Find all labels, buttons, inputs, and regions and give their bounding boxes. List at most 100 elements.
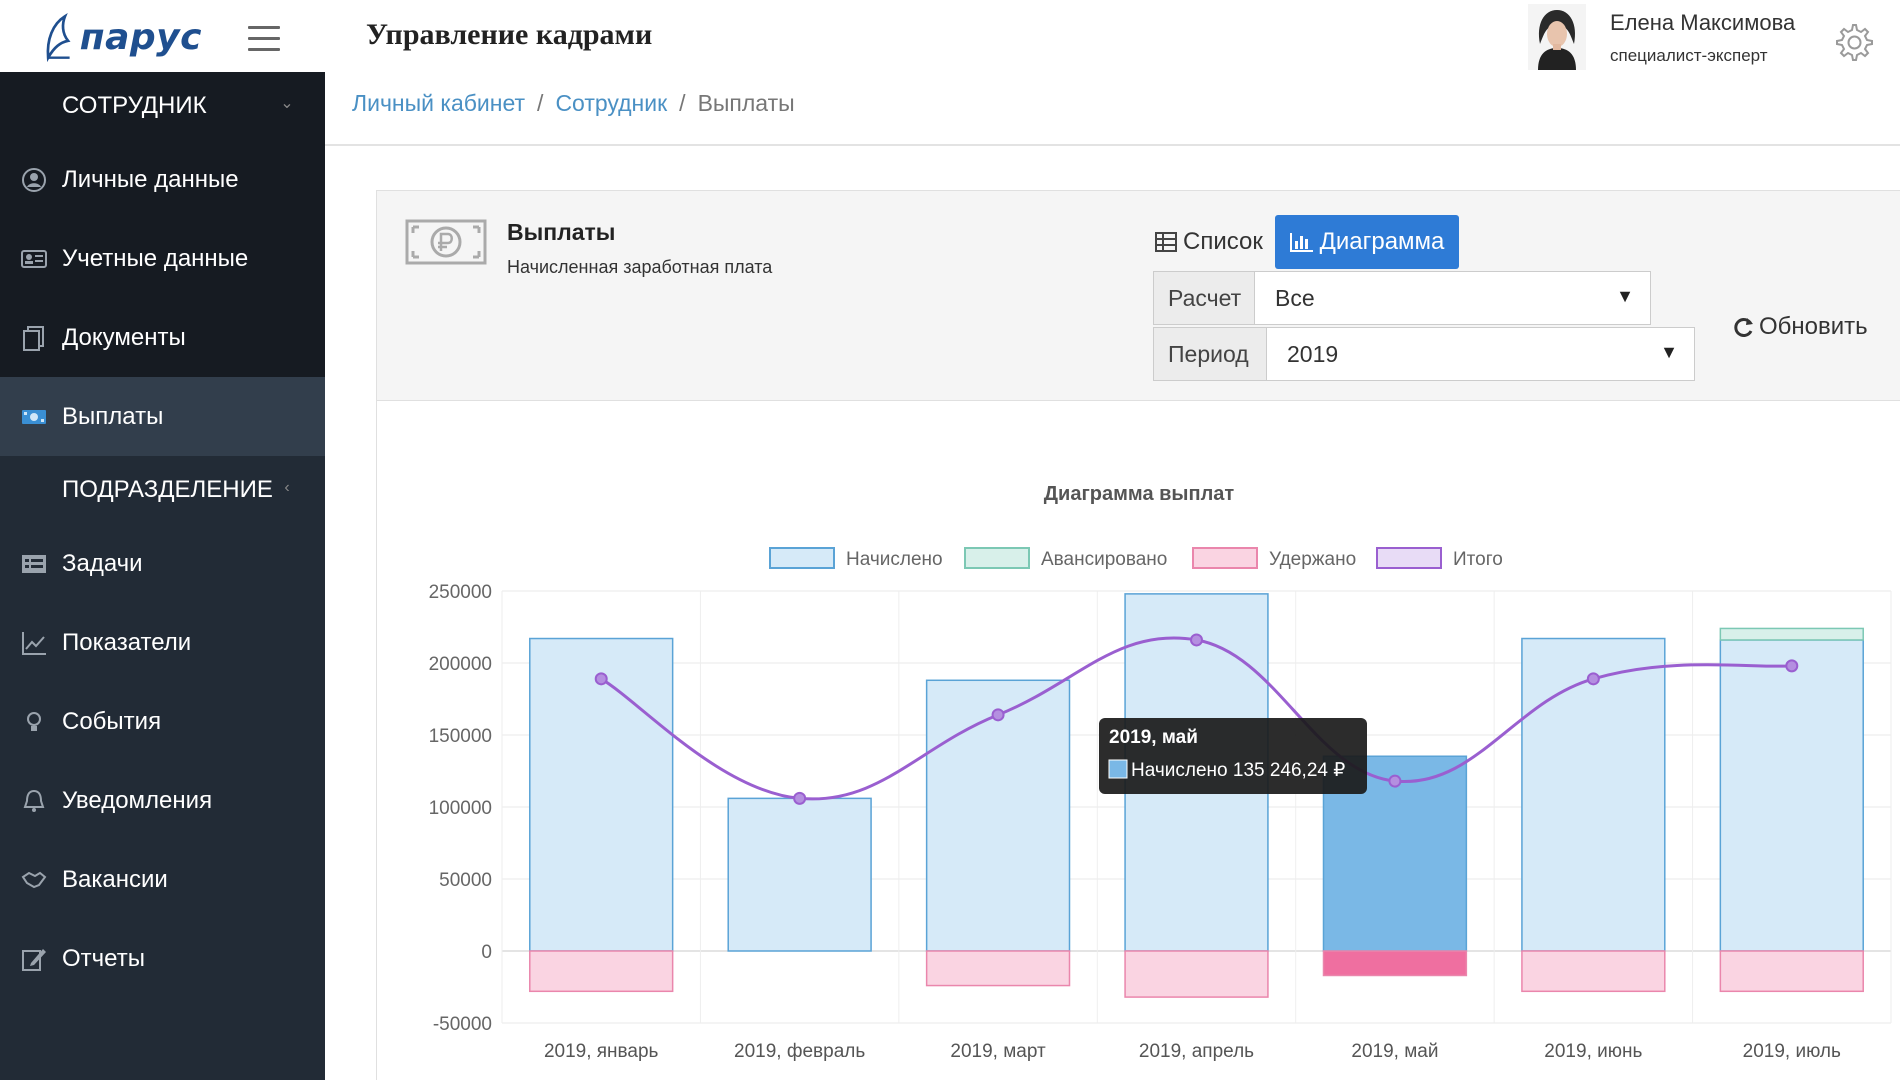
breadcrumb-link-employee[interactable]: Сотрудник — [555, 90, 667, 116]
bar-withheld — [529, 950, 674, 993]
sidebar-section-label: СОТРУДНИК — [62, 92, 207, 119]
sidebar-item-label: Показатели — [62, 628, 192, 656]
payments-chart: 250000 200000 150000 100000 50000 0 -50000 2019… — [429, 547, 1892, 1062]
gear-icon[interactable] — [1832, 20, 1874, 62]
legend-swatch — [964, 547, 1030, 569]
top-header: парус Управление кадрами Елена Максимова… — [0, 0, 1900, 72]
total-point — [594, 672, 608, 686]
bar-accrued — [727, 797, 872, 952]
sidebar-item-label: Личные данные — [62, 165, 239, 193]
legend-swatch — [1376, 547, 1442, 569]
bar-withheld — [1521, 950, 1666, 993]
x-tick-label: 2019, май — [1351, 1041, 1438, 1062]
total-point — [1190, 633, 1203, 647]
user-circle-icon — [20, 166, 48, 194]
y-tick-label: 250000 — [429, 582, 492, 603]
sidebar-item-account-data[interactable]: Учетные данные — [0, 219, 325, 298]
breadcrumb-current: Выплаты — [697, 90, 795, 116]
sidebar-item-payments[interactable]: Выплаты — [0, 377, 325, 456]
breadcrumb: Личный кабинет / Сотрудник / Выплаты — [352, 90, 795, 117]
legend-label: Авансировано — [1041, 549, 1167, 570]
user-name: Елена Максимова — [1610, 10, 1796, 35]
sidebar-item-indicators[interactable]: Показатели — [0, 603, 325, 682]
logo[interactable]: парус — [42, 6, 202, 68]
legend-swatch — [1192, 547, 1258, 569]
tasks-icon — [20, 550, 48, 578]
app-title: Управление кадрами — [366, 18, 653, 51]
legend-label: Итого — [1453, 549, 1503, 570]
sidebar-item-label: Задачи — [62, 549, 143, 577]
bar-accrued — [1719, 639, 1864, 952]
breadcrumb-separator: / — [679, 90, 686, 116]
bar-accrued — [1521, 637, 1666, 952]
bar-advanced — [1719, 627, 1864, 641]
sidebar-item-label: Учетные данные — [62, 244, 249, 272]
y-tick-label: 150000 — [429, 726, 492, 747]
sidebar-item-label: Вакансии — [62, 865, 168, 893]
sidebar: СОТРУДНИК ⌄ Личные данные Учетные данные… — [0, 72, 325, 1080]
y-tick-label: 200000 — [429, 654, 492, 675]
employee-section: СОТРУДНИК ⌄ Личные данные Учетные данные… — [0, 72, 325, 456]
user-role: специалист-эксперт — [1610, 46, 1768, 65]
sidebar-item-label: Выплаты — [62, 402, 164, 430]
x-tick-label: 2019, февраль — [734, 1041, 865, 1062]
x-tick-label: 2019, март — [950, 1041, 1046, 1062]
sail-logo-icon — [46, 12, 71, 63]
tooltip-value: Начислено 135 246,24 ₽ — [1131, 760, 1345, 781]
sidebar-item-notifications[interactable]: Уведомления — [0, 761, 325, 840]
sidebar-item-label: Отчеты — [62, 944, 145, 972]
y-tick-label: 100000 — [429, 798, 492, 819]
logo-text: парус — [79, 16, 202, 58]
lightbulb-icon — [20, 708, 48, 736]
tooltip-swatch — [1108, 759, 1128, 779]
bar-withheld — [1719, 950, 1864, 993]
divider — [325, 144, 1900, 146]
total-point — [793, 791, 807, 805]
sidebar-item-vacancies[interactable]: Вакансии — [0, 840, 325, 919]
bar-accrued — [529, 637, 674, 952]
sidebar-item-label: Уведомления — [62, 786, 213, 814]
chevron-left-icon: ‹ — [284, 479, 290, 496]
x-tick-label: 2019, апрель — [1139, 1041, 1254, 1062]
x-tick-label: 2019, июль — [1743, 1041, 1841, 1062]
y-tick-label: 50000 — [439, 870, 492, 891]
total-point — [1586, 672, 1600, 686]
bell-icon — [20, 787, 48, 815]
chevron-down-icon: ⌄ — [280, 95, 294, 112]
total-point — [1785, 659, 1799, 673]
sidebar-item-events[interactable]: События — [0, 682, 325, 761]
edit-icon — [20, 945, 48, 973]
bar-withheld — [1322, 950, 1468, 977]
total-point — [991, 708, 1005, 722]
line-chart-icon — [20, 629, 48, 657]
bar-withheld — [1124, 950, 1269, 998]
sidebar-item-documents[interactable]: Документы — [0, 298, 325, 377]
sidebar-section-department[interactable]: ПОДРАЗДЕЛЕНИЕ ‹ — [0, 456, 325, 524]
legend-swatch — [769, 547, 835, 569]
id-card-icon — [20, 245, 48, 273]
payments-panel: Выплаты Начисленная заработная плата Спи… — [376, 190, 1900, 1080]
sidebar-item-label: События — [62, 707, 162, 735]
x-tick-label: 2019, январь — [544, 1041, 659, 1062]
legend-label: Начислено — [846, 549, 943, 570]
tooltip-title: 2019, май — [1109, 727, 1198, 748]
y-tick-label: 0 — [481, 942, 492, 963]
money-icon — [20, 403, 48, 431]
bar-withheld — [925, 950, 1071, 987]
sidebar-section-label: ПОДРАЗДЕЛЕНИЕ — [62, 476, 273, 503]
handshake-icon — [20, 866, 48, 894]
breadcrumb-link-cabinet[interactable]: Личный кабинет — [352, 90, 525, 116]
breadcrumb-separator: / — [537, 90, 544, 116]
documents-icon — [20, 324, 48, 352]
sidebar-item-reports[interactable]: Отчеты — [0, 919, 325, 998]
sidebar-item-tasks[interactable]: Задачи — [0, 524, 325, 603]
sidebar-item-personal-data[interactable]: Личные данные — [0, 140, 325, 219]
y-tick-label: -50000 — [433, 1014, 492, 1035]
sidebar-section-employee[interactable]: СОТРУДНИК ⌄ — [0, 72, 325, 140]
total-point — [1388, 774, 1402, 788]
legend-label: Удержано — [1269, 549, 1356, 570]
sidebar-item-label: Документы — [62, 323, 186, 351]
x-tick-label: 2019, июнь — [1544, 1041, 1642, 1062]
avatar[interactable] — [1528, 4, 1586, 70]
menu-toggle-icon[interactable] — [248, 26, 280, 52]
